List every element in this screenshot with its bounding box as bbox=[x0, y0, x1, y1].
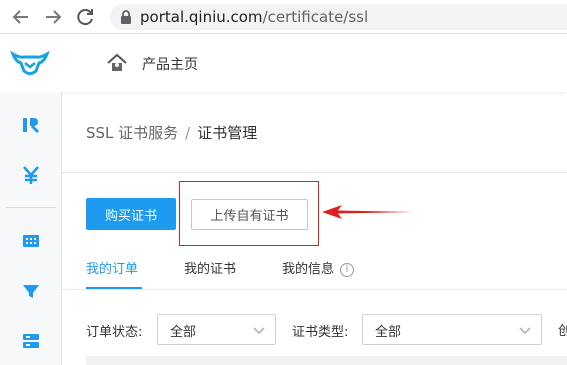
page-title: 证书管理 bbox=[197, 124, 258, 142]
address-bar[interactable]: portal.qiniu.com/certificate/ssl bbox=[110, 4, 567, 30]
active-tab-indicator bbox=[86, 287, 142, 289]
order-status-value: 全部 bbox=[170, 325, 197, 340]
overview-icon[interactable] bbox=[20, 114, 42, 136]
chevron-down-icon bbox=[519, 327, 531, 335]
table-header-strip bbox=[86, 356, 567, 365]
top-header: 产品主页 bbox=[0, 34, 567, 92]
upload-own-certificate-button[interactable]: 上传自有证书 bbox=[191, 199, 308, 230]
back-arrow-icon[interactable] bbox=[10, 6, 32, 28]
reload-icon[interactable] bbox=[74, 6, 96, 28]
qiniu-logo-icon[interactable] bbox=[10, 49, 50, 79]
home-link[interactable]: 产品主页 bbox=[142, 54, 198, 74]
tab-my-orders[interactable]: 我的订单 bbox=[86, 258, 138, 277]
lock-icon bbox=[121, 10, 131, 24]
sidebar bbox=[0, 92, 62, 365]
order-status-select[interactable]: 全部 bbox=[157, 314, 276, 345]
url-text: portal.qiniu.com/certificate/ssl bbox=[140, 8, 369, 26]
order-status-label: 订单状态: bbox=[86, 325, 143, 340]
info-icon[interactable]: i bbox=[340, 263, 355, 277]
billing-yen-icon[interactable] bbox=[20, 164, 42, 186]
breadcrumb-parent[interactable]: SSL 证书服务 bbox=[86, 124, 178, 142]
forward-arrow-icon[interactable] bbox=[42, 6, 64, 28]
server-icon[interactable] bbox=[20, 330, 42, 352]
tab-my-info-label: 我的信息 bbox=[282, 262, 335, 277]
cert-type-select[interactable]: 全部 bbox=[362, 314, 542, 345]
home-icon[interactable] bbox=[106, 53, 128, 73]
tab-bar: 我的订单 我的证书 我的信息 i bbox=[62, 252, 567, 290]
buy-certificate-button[interactable]: 购买证书 bbox=[86, 198, 176, 230]
sidebar-divider bbox=[6, 207, 56, 208]
header-divider bbox=[62, 172, 567, 173]
breadcrumb: SSL 证书服务 / 证书管理 bbox=[86, 122, 257, 143]
tab-my-certificates[interactable]: 我的证书 bbox=[184, 258, 236, 277]
cdn-funnel-icon[interactable] bbox=[20, 280, 42, 302]
truncated-filter-label: 创 bbox=[558, 324, 567, 339]
chevron-down-icon bbox=[253, 327, 265, 335]
cert-type-value: 全部 bbox=[375, 325, 402, 340]
storage-grid-icon[interactable] bbox=[20, 230, 42, 252]
tab-my-info[interactable]: 我的信息 i bbox=[282, 258, 355, 277]
browser-toolbar: portal.qiniu.com/certificate/ssl bbox=[0, 0, 567, 34]
breadcrumb-separator: / bbox=[185, 124, 191, 142]
annotation-arrow-icon bbox=[322, 205, 413, 219]
cert-type-label: 证书类型: bbox=[292, 325, 349, 340]
